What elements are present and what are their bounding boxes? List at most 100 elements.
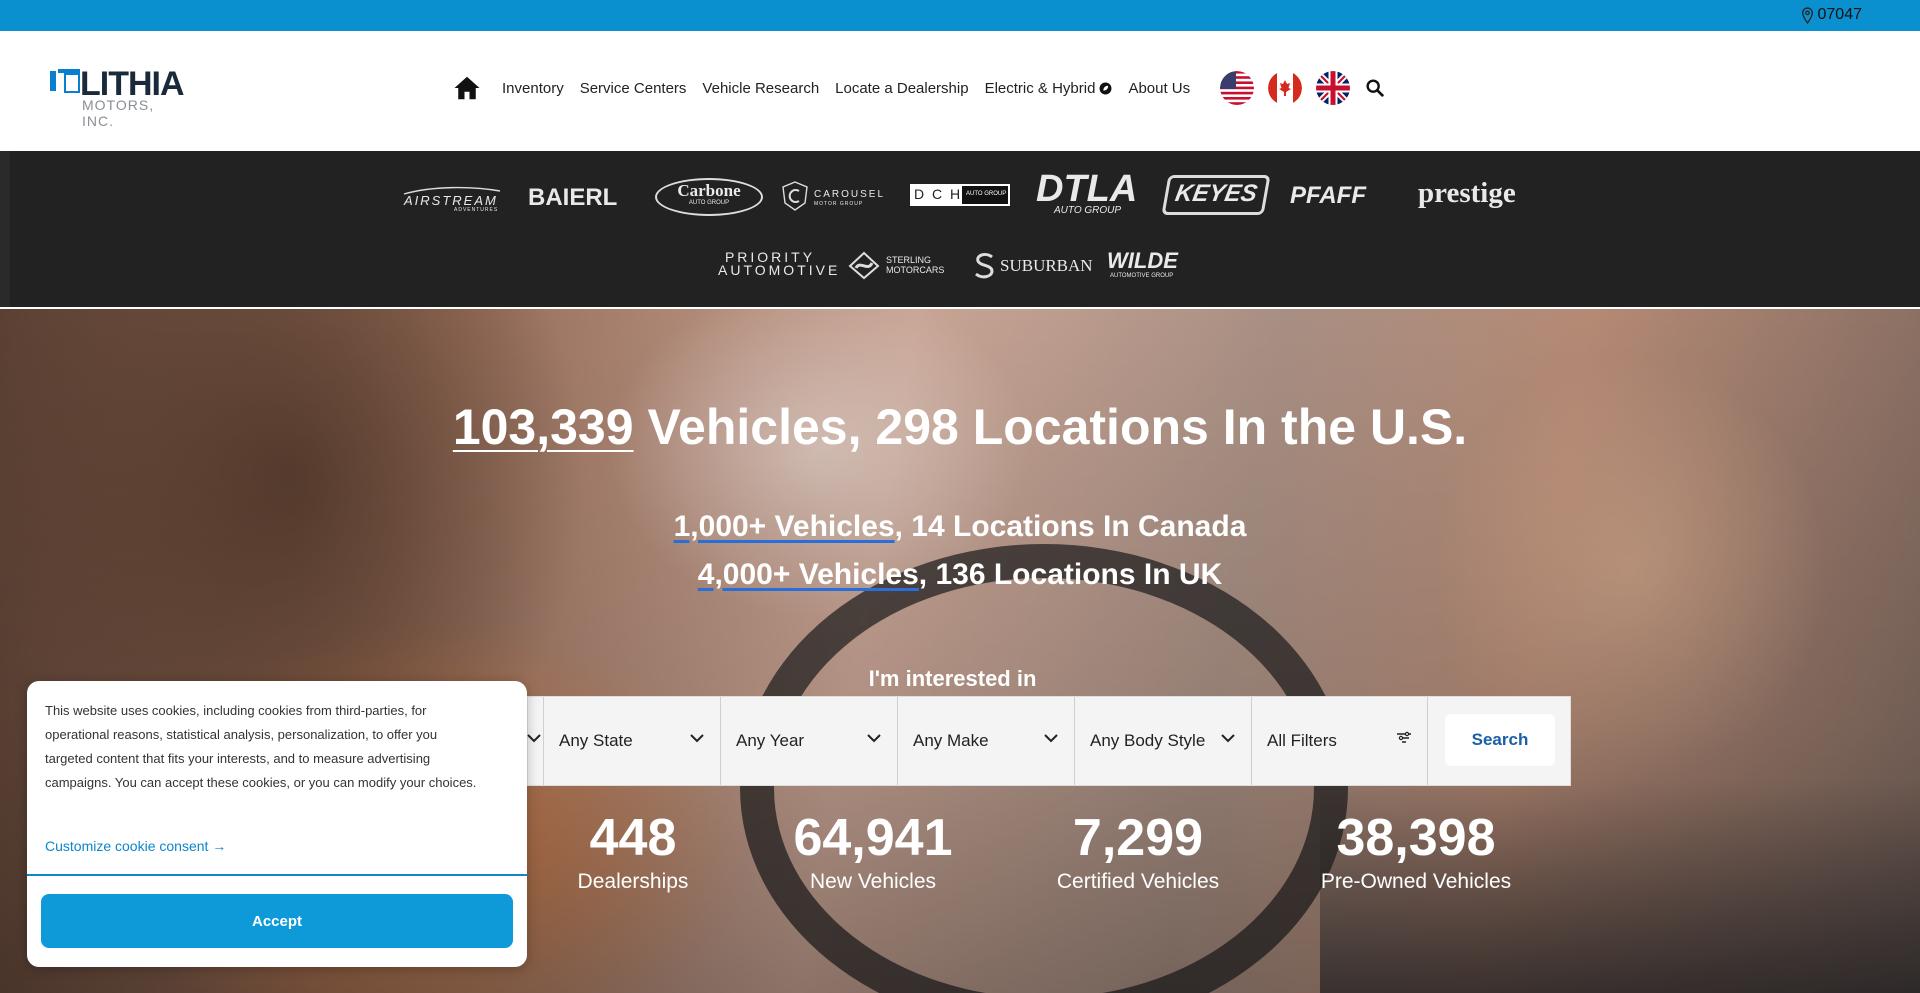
- brand-priority-label: PRIORITY AUTOMOTIVE: [718, 249, 841, 278]
- uk-flag-icon[interactable]: [1316, 71, 1351, 105]
- accept-cookies-label: Accept: [251, 912, 303, 930]
- body-style-select[interactable]: Any Body Style: [1074, 697, 1251, 785]
- accept-cookies-button[interactable]: Accept: [41, 894, 513, 948]
- cookie-consent-text: This website uses cookies, including coo…: [45, 703, 477, 790]
- brand-dch-label: D C H: [914, 186, 963, 202]
- brand-keyes[interactable]: KEYES: [1161, 175, 1271, 215]
- brand-carousel-sub: MOTOR GROUP: [814, 201, 864, 207]
- stat-certified-vehicles-label: Certified Vehicles: [1056, 870, 1220, 893]
- stat-pre-owned-vehicles: 38,398 Pre-Owned Vehicles: [1286, 808, 1546, 894]
- body-style-select-value: Any Body Style: [1090, 731, 1206, 750]
- chevron-down-icon: [867, 734, 881, 743]
- sterling-logo-icon: [848, 251, 880, 280]
- brand-wilde[interactable]: WILDE AUTOMOTIVE GROUP: [1107, 248, 1197, 280]
- us-flag-icon[interactable]: [1220, 71, 1255, 105]
- all-filters-label: All Filters: [1267, 731, 1337, 750]
- brand-carbone-label: Carbone: [677, 181, 741, 200]
- brand-dtla-label: DTLA: [1036, 168, 1138, 210]
- condition-select[interactable]: [527, 697, 543, 785]
- stat-pre-owned-vehicles-number: 38,398: [1336, 809, 1496, 867]
- brand-dtla[interactable]: DTLA AUTO GROUP: [1036, 168, 1146, 216]
- stat-dealerships-number: 448: [589, 809, 677, 867]
- brand-bar-edge: [0, 151, 10, 307]
- brand-dch-sub: AUTO GROUP: [966, 191, 1007, 197]
- brand-dch[interactable]: D C H AUTO GROUP: [910, 184, 1010, 206]
- nav-vehicle-research-label: Vehicle Research: [702, 79, 820, 97]
- state-select[interactable]: Any State: [543, 697, 720, 785]
- logo-mark-icon: [50, 69, 80, 93]
- suburban-s-icon: [975, 252, 994, 279]
- brand-airstream[interactable]: AIRSTREAM ADVENTURES: [402, 185, 502, 213]
- brand-baierl-label: BAIERL: [528, 184, 618, 211]
- stat-pre-owned-vehicles-label: Pre-Owned Vehicles: [1320, 870, 1512, 893]
- brand-wilde-label: WILDE: [1107, 248, 1178, 273]
- brand-bar: AIRSTREAM ADVENTURES BAIERL Carbone AUTO…: [10, 151, 1920, 307]
- nav-electric-hybrid-label: Electric & Hybrid: [984, 79, 1096, 97]
- nav-about-us[interactable]: About Us: [1128, 80, 1190, 97]
- home-icon[interactable]: [452, 73, 482, 103]
- brand-wilde-sub: AUTOMOTIVE GROUP: [1110, 273, 1174, 279]
- us-vehicle-count-link[interactable]: 103,339: [453, 399, 634, 455]
- canada-flag-icon[interactable]: [1268, 71, 1303, 105]
- nav-inventory[interactable]: Inventory: [502, 80, 564, 97]
- brand-carousel[interactable]: CAROUSEL MOTOR GROUP: [782, 181, 892, 211]
- top-bar: 07047: [0, 0, 1920, 31]
- customize-cookie-consent-link[interactable]: Customize cookie consent →: [45, 838, 226, 854]
- brand-pfaff-label: PFAFF: [1290, 182, 1366, 209]
- hero-headline-uk: 4,000+ Vehicles, 136 Locations In UK: [0, 558, 1920, 592]
- brand-prestige[interactable]: prestige: [1418, 177, 1516, 210]
- year-select[interactable]: Any Year: [720, 697, 897, 785]
- make-select[interactable]: Any Make: [897, 697, 1074, 785]
- main-nav: Inventory Service Centers Vehicle Resear…: [452, 71, 1386, 105]
- nav-vehicle-research[interactable]: Vehicle Research: [702, 80, 819, 97]
- brand-sterling[interactable]: STERLING MOTORCARS: [846, 250, 950, 280]
- location-pin-icon: [1801, 6, 1813, 24]
- search-button[interactable]: Search: [1445, 714, 1555, 766]
- zip-location[interactable]: 07047: [1801, 6, 1863, 24]
- nav-electric-hybrid[interactable]: Electric & Hybrid: [985, 80, 1113, 97]
- leaf-icon: [1099, 82, 1112, 94]
- brand-carbone[interactable]: Carbone AUTO GROUP: [655, 178, 763, 216]
- nav-locate-dealership[interactable]: Locate a Dealership: [835, 80, 968, 97]
- nav-locate-dealership-label: Locate a Dealership: [835, 79, 969, 97]
- search-icon[interactable]: [1364, 77, 1386, 99]
- all-filters-button[interactable]: All Filters: [1251, 697, 1428, 785]
- nav-about-us-label: About Us: [1128, 79, 1191, 97]
- nav-inventory-label: Inventory: [502, 79, 564, 97]
- hero-headline-canada: 1,000+ Vehicles, 14 Locations In Canada: [0, 510, 1920, 544]
- brand-priority[interactable]: PRIORITY AUTOMOTIVE: [718, 250, 837, 277]
- brand-airstream-label: AIRSTREAM: [404, 193, 498, 208]
- nav-service-centers[interactable]: Service Centers: [580, 80, 687, 97]
- zip-code: 07047: [1817, 6, 1863, 23]
- brand-suburban-label: SUBURBAN: [1000, 256, 1093, 275]
- chevron-down-icon: [1221, 734, 1235, 743]
- make-select-value: Any Make: [913, 731, 989, 750]
- canada-headline-rest: , 14 Locations In Canada: [894, 510, 1247, 543]
- brand-carousel-label: CAROUSEL: [814, 189, 886, 200]
- canada-vehicles-link[interactable]: 1,000+ Vehicles: [674, 510, 895, 543]
- lithia-logo[interactable]: LITHIA MOTORS, INC.: [50, 65, 190, 129]
- brand-suburban[interactable]: SUBURBAN: [972, 252, 1093, 282]
- year-select-value: Any Year: [736, 731, 805, 750]
- brand-pfaff[interactable]: PFAFF: [1290, 182, 1366, 210]
- brand-prestige-label: prestige: [1418, 177, 1516, 209]
- logo-subtitle: MOTORS, INC.: [82, 97, 155, 129]
- us-headline-rest: Vehicles, 298 Locations In the U.S.: [633, 399, 1468, 455]
- search-button-label: Search: [1471, 730, 1529, 749]
- chevron-down-icon: [1044, 734, 1058, 743]
- brand-carbone-sub: AUTO GROUP: [688, 200, 730, 206]
- cookie-consent-dialog: This website uses cookies, including coo…: [27, 681, 527, 967]
- stat-new-vehicles-label: New Vehicles: [809, 870, 937, 893]
- brand-sterling-label: STERLING MOTORCARS: [886, 255, 945, 275]
- brand-baierl[interactable]: BAIERL: [528, 184, 617, 212]
- nav-service-centers-label: Service Centers: [579, 79, 687, 97]
- chevron-down-icon: [690, 734, 704, 743]
- stat-new-vehicles-number: 64,941: [793, 809, 953, 867]
- stat-certified-vehicles: 7,299 Certified Vehicles: [1008, 808, 1268, 894]
- uk-vehicles-link[interactable]: 4,000+ Vehicles: [698, 558, 919, 591]
- stat-certified-vehicles-number: 7,299: [1072, 809, 1204, 867]
- state-select-value: Any State: [559, 731, 633, 750]
- uk-headline-rest: , 136 Locations In UK: [918, 558, 1223, 591]
- vehicle-filter-bar: Any State Any Year Any Make Any Body Sty…: [527, 696, 1571, 786]
- brand-airstream-sub: ADVENTURES: [454, 207, 499, 213]
